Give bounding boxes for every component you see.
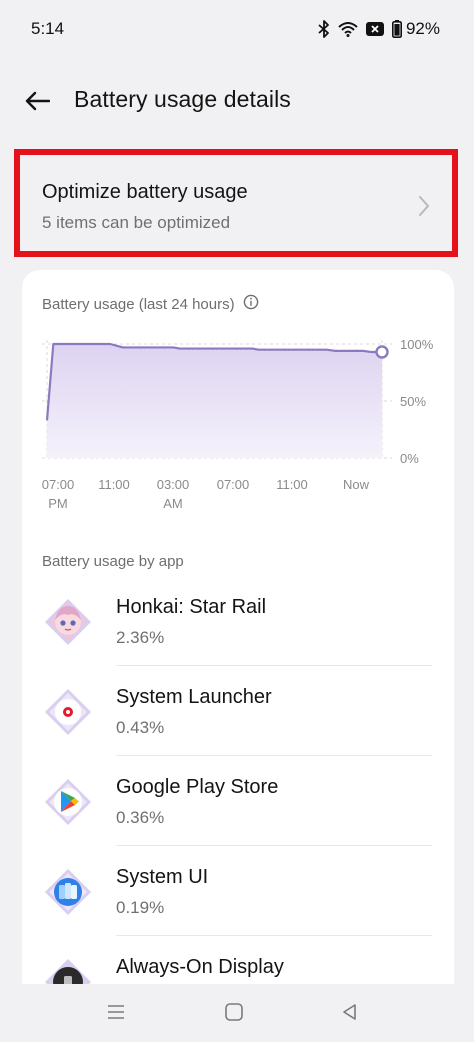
- menu-icon[interactable]: [106, 1002, 126, 1027]
- x-tick-label: 11:00: [98, 477, 130, 492]
- y-tick-label: 100%: [400, 337, 434, 352]
- arrow-left-icon: [25, 91, 50, 111]
- chevron-right-icon: [418, 195, 430, 222]
- app-percent: 2.36%: [116, 628, 165, 647]
- home-icon[interactable]: [224, 1002, 244, 1027]
- optimize-title: Optimize battery usage: [42, 181, 248, 203]
- x-tick-label: 03:00 AM: [157, 477, 190, 511]
- google-play-store-icon: [44, 778, 92, 826]
- x-tick-label: 07:00 PM: [42, 477, 75, 511]
- status-time: 5:14: [31, 19, 65, 38]
- x-tick-label: 11:00: [276, 477, 308, 492]
- app-row-system-launcher[interactable]: System Launcher 0.43%: [22, 666, 454, 756]
- app-row-google-play-store[interactable]: Google Play Store 0.36%: [22, 756, 454, 846]
- app-name: Google Play Store: [116, 776, 279, 798]
- navigation-bar: [0, 984, 474, 1042]
- battery-icon: [391, 20, 402, 38]
- chart-area-fill: [47, 344, 382, 458]
- back-icon[interactable]: [340, 1002, 360, 1027]
- app-name: Always-On Display: [116, 956, 284, 978]
- optimize-battery-card[interactable]: Optimize battery usage 5 items can be op…: [14, 149, 458, 257]
- apps-section-label: Battery usage by app: [42, 553, 184, 570]
- app-name: Honkai: Star Rail: [116, 596, 267, 618]
- x-tick-label: Now: [343, 477, 370, 492]
- battery-percent: 92%: [405, 19, 440, 38]
- app-percent: 0.43%: [116, 718, 165, 737]
- app-percent: 0.19%: [116, 898, 165, 917]
- battery-usage-card: Battery usage (last 24 hours) 100% 50% 0% 0…: [22, 270, 454, 1030]
- honkai-star-rail-icon: [44, 598, 92, 646]
- app-percent: 0.36%: [116, 808, 165, 827]
- optimize-subtitle: 5 items can be optimized: [42, 213, 231, 232]
- page-title: Battery usage details: [74, 86, 291, 112]
- app-row-honkai[interactable]: Honkai: Star Rail 2.36%: [22, 576, 454, 666]
- dnd-icon: [365, 22, 384, 36]
- x-tick-label: 07:00: [217, 477, 250, 492]
- status-bar: 5:14 92%: [0, 0, 474, 58]
- system-ui-icon: [44, 868, 92, 916]
- header: Battery usage details: [0, 72, 474, 130]
- bluetooth-icon: [318, 20, 330, 38]
- y-tick-label: 0%: [400, 451, 419, 466]
- app-row-system-ui[interactable]: System UI 0.19%: [22, 846, 454, 936]
- system-launcher-icon: [44, 688, 92, 736]
- battery-usage-chart: 100% 50% 0% 07:00 PM 11:00 03:00 AM 07:00 11:00 No…: [42, 337, 434, 511]
- back-button[interactable]: [22, 86, 52, 116]
- app-name: System UI: [116, 866, 209, 888]
- app-name: System Launcher: [116, 686, 272, 708]
- y-tick-label: 50%: [400, 394, 426, 409]
- chart-current-point: [375, 345, 389, 359]
- wifi-icon: [338, 21, 358, 37]
- status-icons: 92%: [318, 19, 440, 39]
